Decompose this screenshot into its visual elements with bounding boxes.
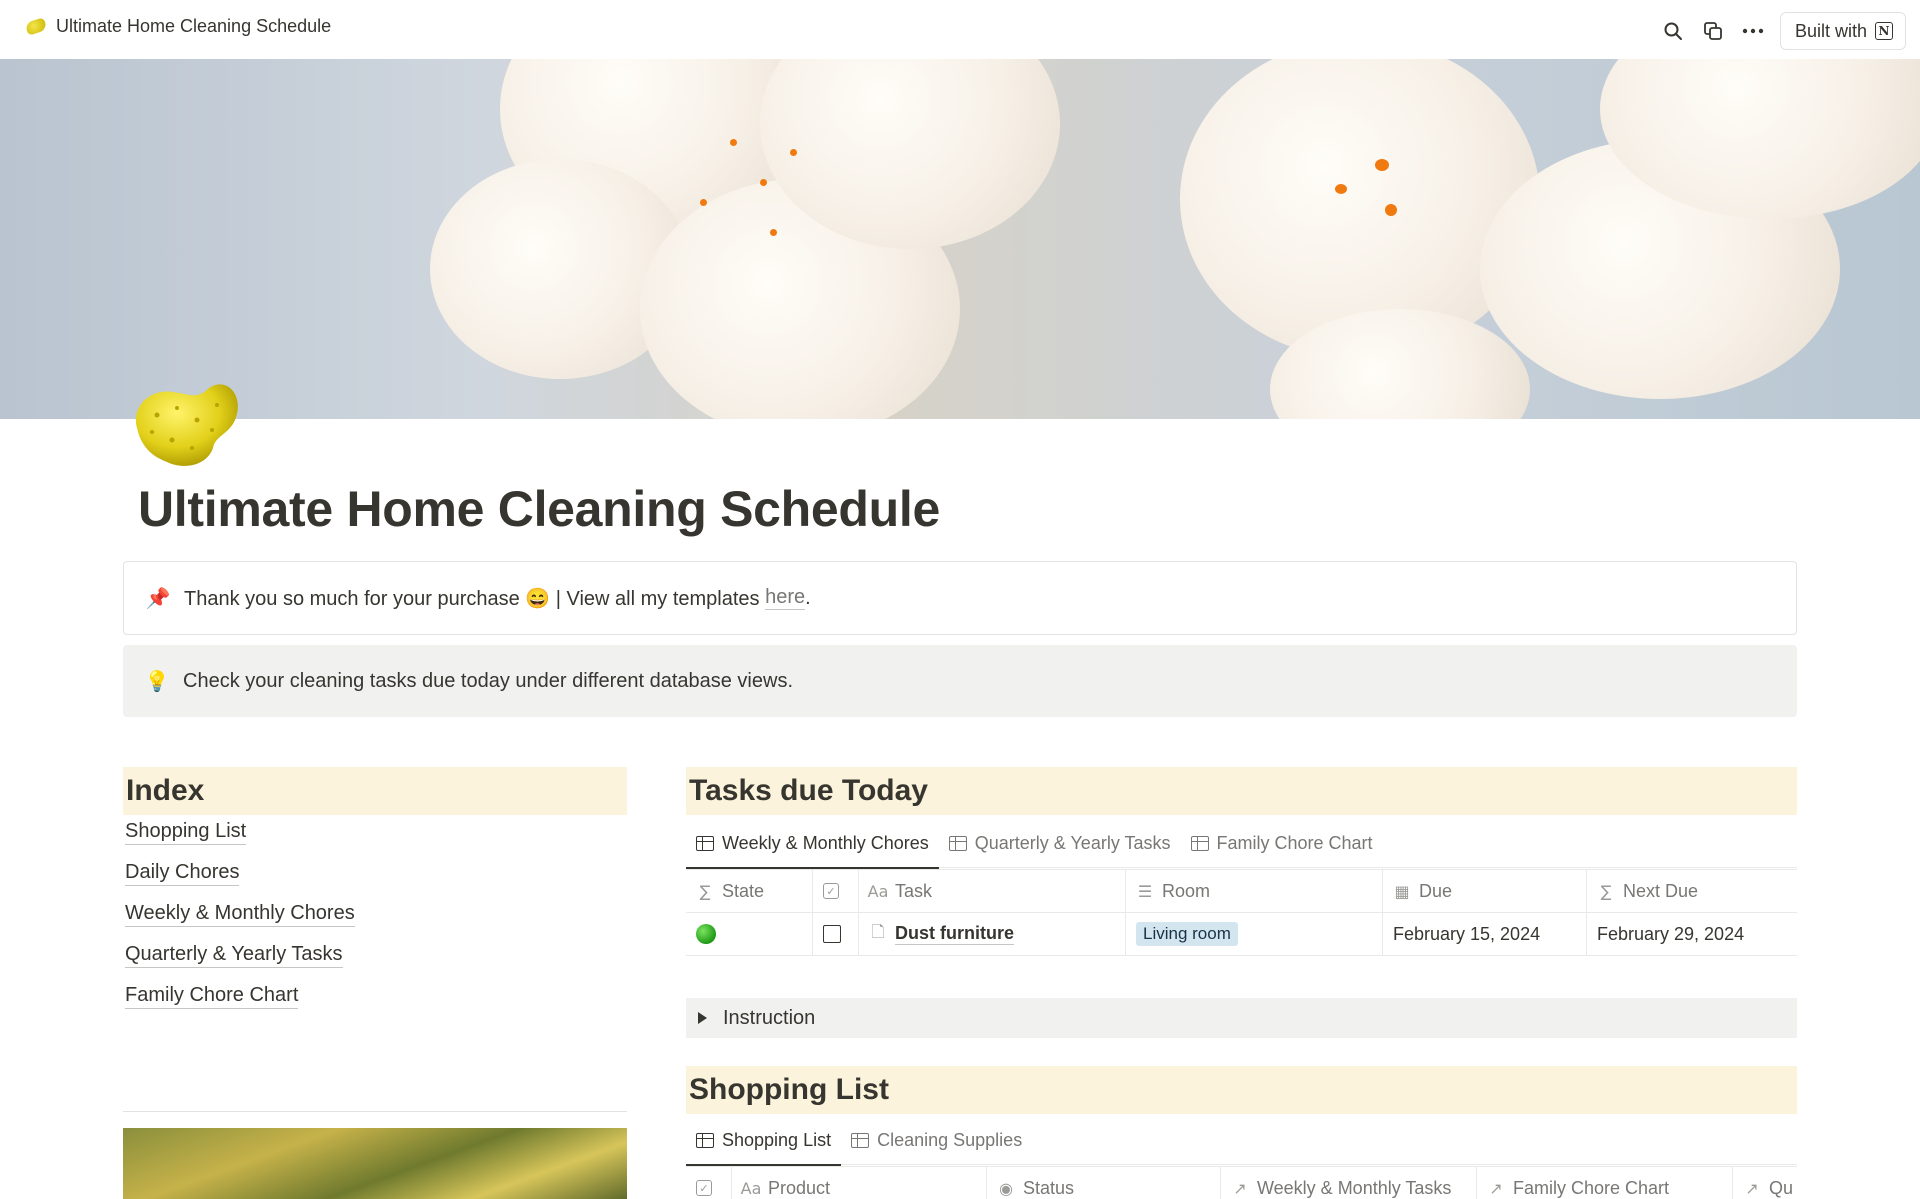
column-header-family-chore-chart[interactable]: ↗ Family Chore Chart <box>1477 1167 1733 1199</box>
more-icon[interactable] <box>1740 18 1766 44</box>
table-icon <box>948 836 967 851</box>
purchase-text-end: . <box>805 586 811 609</box>
done-checkbox[interactable] <box>823 925 841 943</box>
relation-arrow-icon: ↗ <box>1233 1178 1247 1198</box>
toggle-triangle-icon <box>698 1012 707 1024</box>
index-link-shopping-list[interactable]: Shopping List <box>125 820 355 861</box>
page-title: Ultimate Home Cleaning Schedule <box>138 481 940 537</box>
duplicate-icon[interactable] <box>1700 18 1726 44</box>
formula-icon: ∑ <box>1600 881 1612 901</box>
tasks-table: ∑ State ✓ Aa Task ☰ Room ▦ Due ∑ Next Du… <box>686 869 1797 956</box>
index-link-quarterly-yearly-tasks[interactable]: Quarterly & Yearly Tasks <box>125 943 355 984</box>
table-icon <box>696 1133 714 1148</box>
tasks-view-tabs: Weekly & Monthly Chores Quarterly & Year… <box>686 820 1797 869</box>
instruction-toggle[interactable]: Instruction <box>686 998 1797 1038</box>
shopping-view-tabs: Shopping List Cleaning Supplies <box>686 1117 1797 1166</box>
page-icon: 🗋 <box>871 921 885 941</box>
shopping-table: ✓ Aa Product ◉ Status ↗ Weekly & Monthly… <box>686 1166 1797 1199</box>
built-with-button[interactable]: Built with N <box>1779 12 1906 50</box>
table-icon <box>851 1133 870 1148</box>
side-photo <box>123 1128 627 1199</box>
tab-quarterly-yearly-tasks[interactable]: Quarterly & Yearly Tasks <box>939 820 1181 868</box>
top-bar: Ultimate Home Cleaning Schedule Built wi… <box>0 0 1920 59</box>
formula-icon: ∑ <box>699 881 711 901</box>
lightbulb-icon: 💡 <box>144 669 170 693</box>
relation-arrow-icon: ↗ <box>1489 1178 1503 1198</box>
breadcrumb[interactable]: Ultimate Home Cleaning Schedule <box>24 16 332 37</box>
title-property-icon: Aa <box>740 1178 762 1198</box>
purchase-callout: 📌 Thank you so much for your purchase 😄 … <box>123 561 1797 635</box>
table-icon <box>696 836 714 851</box>
column-header-room[interactable]: ☰ Room <box>1126 870 1383 912</box>
notion-logo-icon: N <box>1875 22 1893 40</box>
templates-link[interactable]: here <box>765 586 806 610</box>
checkbox-property-icon: ✓ <box>696 1180 712 1196</box>
column-header-weekly-monthly-tasks[interactable]: ↗ Weekly & Monthly Tasks <box>1221 1167 1477 1199</box>
table-header-row: ✓ Aa Product ◉ Status ↗ Weekly & Monthly… <box>686 1167 1797 1199</box>
tab-family-chore-chart[interactable]: Family Chore Chart <box>1181 820 1383 868</box>
tab-cleaning-supplies[interactable]: Cleaning Supplies <box>841 1117 1032 1165</box>
due-cell[interactable]: February 15, 2024 <box>1383 913 1587 955</box>
divider <box>123 1111 627 1112</box>
column-header-done[interactable]: ✓ <box>813 870 859 912</box>
column-header-bought[interactable]: ✓ <box>686 1167 732 1199</box>
column-header-status[interactable]: ◉ Status <box>987 1167 1221 1199</box>
next-due-cell: February 29, 2024 <box>1597 923 1745 944</box>
index-link-family-chore-chart[interactable]: Family Chore Chart <box>125 984 355 1025</box>
column-header-product[interactable]: Aa Product <box>732 1167 987 1199</box>
table-icon <box>1190 836 1209 851</box>
index-list: Shopping List Daily Chores Weekly & Mont… <box>125 820 355 1025</box>
table-header-row: ∑ State ✓ Aa Task ☰ Room ▦ Due ∑ Next Du… <box>686 870 1797 913</box>
index-heading: Index <box>123 767 627 815</box>
tip-callout: 💡 Check your cleaning tasks due today un… <box>123 645 1797 717</box>
room-tag: Living room <box>1136 922 1238 946</box>
tip-text: Check your cleaning tasks due today unde… <box>183 669 793 692</box>
index-link-weekly-monthly-chores[interactable]: Weekly & Monthly Chores <box>125 902 355 943</box>
pushpin-icon: 📌 <box>145 586 171 610</box>
state-cell <box>686 913 813 955</box>
tab-weekly-monthly-chores[interactable]: Weekly & Monthly Chores <box>686 820 939 869</box>
search-icon[interactable] <box>1660 18 1686 44</box>
cover-image <box>0 59 1920 419</box>
breadcrumb-title: Ultimate Home Cleaning Schedule <box>56 16 332 36</box>
tasks-due-heading: Tasks due Today <box>686 767 1797 815</box>
built-with-label: Built with <box>1794 20 1867 41</box>
multiselect-icon: ☰ <box>1137 881 1153 901</box>
column-header-next-due[interactable]: ∑ Next Due <box>1587 870 1797 912</box>
column-header-quantity[interactable]: ↗ Qu <box>1733 1167 1797 1199</box>
tab-shopping-list[interactable]: Shopping List <box>686 1117 842 1166</box>
task-cell[interactable]: 🗋 Dust furniture <box>859 913 1126 955</box>
done-cell <box>813 913 859 955</box>
checkbox-property-icon: ✓ <box>823 883 839 899</box>
column-header-task[interactable]: Aa Task <box>859 870 1126 912</box>
instruction-label: Instruction <box>723 1006 816 1029</box>
task-name[interactable]: Dust furniture <box>895 923 1014 945</box>
room-cell[interactable]: Living room <box>1126 913 1383 955</box>
status-icon: ◉ <box>999 1178 1013 1198</box>
sponge-icon[interactable] <box>127 370 243 470</box>
shopping-list-heading: Shopping List <box>686 1066 1797 1114</box>
column-header-due[interactable]: ▦ Due <box>1383 870 1587 912</box>
sponge-icon <box>24 17 48 36</box>
column-header-state[interactable]: ∑ State <box>686 870 813 912</box>
relation-arrow-icon: ↗ <box>1745 1178 1759 1198</box>
index-link-daily-chores[interactable]: Daily Chores <box>125 861 355 902</box>
purchase-text: Thank you so much for your purchase 😄 | … <box>184 587 766 610</box>
calendar-icon: ▦ <box>1394 881 1410 901</box>
green-circle-icon <box>696 924 716 944</box>
title-property-icon: Aa <box>867 881 889 901</box>
table-row[interactable]: 🗋 Dust furniture Living room February 15… <box>686 913 1797 956</box>
